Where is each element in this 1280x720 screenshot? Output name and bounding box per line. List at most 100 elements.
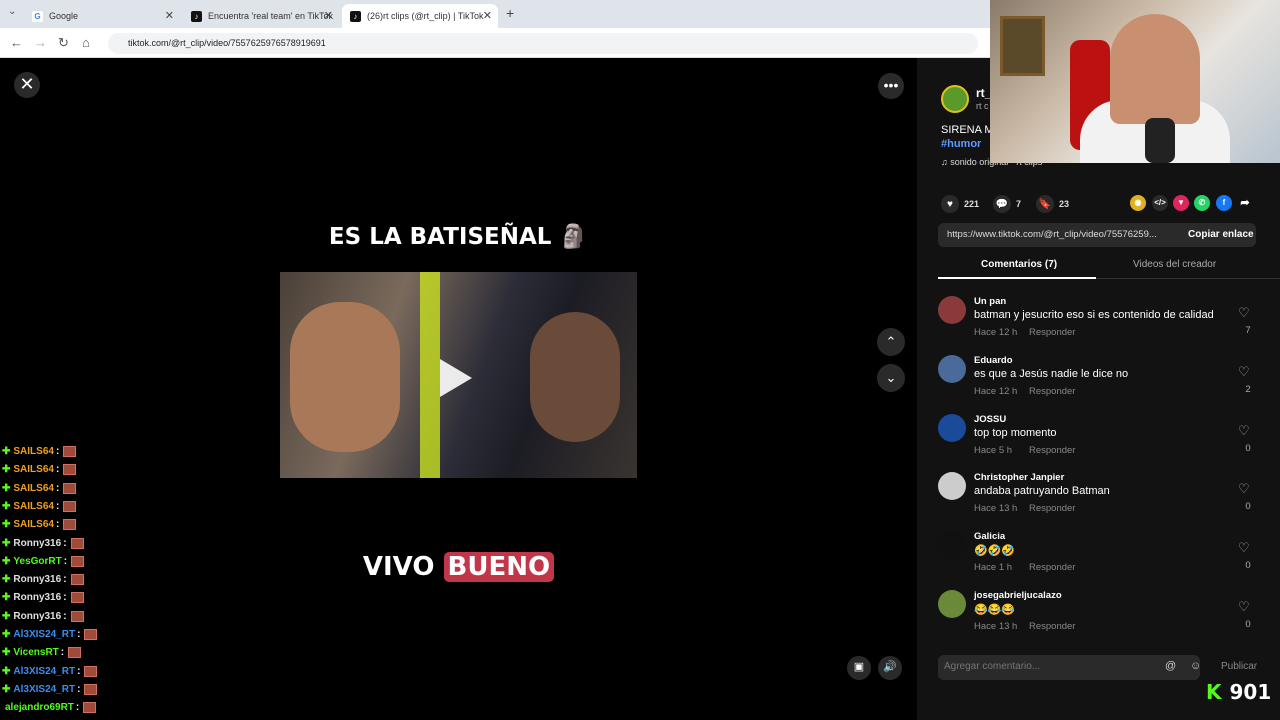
chat-badge-icon: ✚ — [2, 537, 11, 549]
next-video-button[interactable]: ⌄ — [877, 364, 905, 392]
new-tab-button[interactable]: + — [506, 5, 514, 21]
reply-button[interactable]: Responder — [1029, 621, 1075, 632]
comment-like-icon[interactable]: ♡ — [1238, 305, 1250, 321]
music-note-icon: ♫ — [941, 157, 951, 167]
comment-like-icon[interactable]: ♡ — [1238, 481, 1250, 497]
volume-icon[interactable]: 🔊 — [878, 656, 902, 680]
browser-tab-google[interactable]: G Google ✕ — [24, 4, 180, 28]
mention-icon[interactable]: @ — [1165, 660, 1176, 672]
close-tab-icon[interactable]: ✕ — [324, 9, 333, 22]
chat-emote-icon — [63, 482, 77, 494]
chat-username[interactable]: VicensRT — [13, 647, 58, 658]
tab-search-icon[interactable]: ⌄ — [8, 6, 16, 17]
video-light-pole — [420, 272, 440, 478]
chat-username[interactable]: Ronny316 — [13, 574, 61, 585]
reply-button[interactable]: Responder — [1029, 327, 1075, 338]
reply-button[interactable]: Responder — [1029, 386, 1075, 397]
chat-username[interactable]: Al3XIS24_RT — [13, 629, 75, 640]
emoji-icon[interactable]: ☺ — [1190, 660, 1201, 672]
picture-in-picture-icon[interactable]: ▣ — [847, 656, 871, 680]
commenter-avatar[interactable] — [938, 531, 966, 560]
commenter-name[interactable]: JOSSU — [974, 414, 1006, 425]
chat-username[interactable]: Ronny316 — [13, 592, 61, 603]
back-icon[interactable]: ← — [10, 35, 23, 50]
commenter-avatar[interactable] — [938, 354, 966, 383]
comment-stat[interactable]: 💬 7 — [993, 195, 1021, 213]
chat-line: ✚ Ronny316: — [2, 610, 84, 622]
chat-separator: : — [63, 537, 67, 549]
reply-button[interactable]: Responder — [1029, 562, 1075, 573]
tab-creator-videos[interactable]: Videos del creador — [1133, 259, 1216, 270]
save-stat[interactable]: 🔖 23 — [1036, 195, 1069, 213]
publish-button[interactable]: Publicar — [1221, 661, 1257, 672]
commenter-avatar[interactable] — [938, 472, 966, 501]
send-icon[interactable]: ▼ — [1173, 195, 1189, 211]
chat-username[interactable]: SAILS64 — [13, 501, 54, 512]
chat-emote-icon — [84, 683, 98, 695]
chat-username[interactable]: Ronny316 — [13, 611, 61, 622]
whatsapp-icon[interactable]: ✆ — [1194, 195, 1210, 211]
browser-tab-tiktok-active[interactable]: ♪ (26)rt clips (@rt_clip) | TikTok ✕ — [342, 4, 498, 28]
heart-icon[interactable]: ♥ — [941, 195, 959, 213]
facebook-icon[interactable]: f — [1216, 195, 1232, 211]
tab-comments[interactable]: Comentarios (7) — [981, 259, 1057, 270]
browser-tab-tiktok-search[interactable]: ♪ Encuentra 'real team' en TikTok ✕ — [183, 4, 339, 28]
chat-username[interactable]: Ronny316 — [13, 538, 61, 549]
comment-like-icon[interactable]: ♡ — [1238, 423, 1250, 439]
chat-username[interactable]: SAILS64 — [13, 446, 54, 457]
commenter-name[interactable]: Un pan — [974, 296, 1006, 307]
commenter-avatar[interactable] — [938, 296, 966, 324]
url-field[interactable]: tiktok.com/@rt_clip/video/75576259765789… — [108, 33, 978, 54]
close-video-button[interactable]: ✕ — [14, 72, 40, 98]
chat-line: ✚ Al3XIS24_RT: — [2, 665, 98, 677]
comment-like-icon[interactable]: ♡ — [1238, 599, 1250, 615]
video-description: SIRENA M — [941, 124, 994, 136]
share-link-text[interactable]: https://www.tiktok.com/@rt_clip/video/75… — [947, 229, 1167, 240]
forward-icon[interactable]: → — [34, 35, 47, 50]
commenter-avatar[interactable] — [938, 413, 966, 442]
hashtag-link[interactable]: #humor — [941, 138, 981, 150]
reload-icon[interactable]: ↻ — [58, 35, 69, 51]
embed-icon[interactable]: </> — [1152, 195, 1168, 211]
previous-video-button[interactable]: ⌃ — [877, 328, 905, 356]
chat-username[interactable]: alejandro69RT — [5, 702, 74, 713]
chat-username[interactable]: YesGorRT — [13, 556, 61, 567]
chat-username[interactable]: SAILS64 — [13, 483, 54, 494]
comment-input[interactable] — [944, 661, 1154, 672]
more-options-button[interactable]: ••• — [878, 73, 904, 99]
play-icon[interactable] — [440, 359, 472, 397]
home-icon[interactable]: ⌂ — [82, 35, 90, 50]
chat-line: ✚ SAILS64: — [2, 446, 77, 457]
comment-like-icon[interactable]: ♡ — [1238, 540, 1250, 556]
video-frame[interactable] — [280, 272, 637, 478]
chat-emote-icon — [70, 537, 84, 549]
chat-badge-icon: ✚ — [2, 446, 11, 457]
chat-line: alejandro69RT: — [2, 702, 97, 714]
coin-icon[interactable]: ◉ — [1130, 195, 1146, 211]
chat-username[interactable]: Al3XIS24_RT — [13, 684, 75, 695]
chat-username[interactable]: SAILS64 — [13, 519, 54, 530]
commenter-name[interactable]: josegabrieljucalazo — [974, 590, 1062, 601]
author-avatar[interactable] — [941, 85, 969, 113]
reply-button[interactable]: Responder — [1029, 503, 1075, 514]
like-stat[interactable]: ♥ 221 — [941, 195, 979, 213]
comment-count: 7 — [1016, 199, 1022, 209]
chat-username[interactable]: Al3XIS24_RT — [13, 666, 75, 677]
chat-username[interactable]: SAILS64 — [13, 464, 54, 475]
bookmark-icon[interactable]: 🔖 — [1036, 195, 1054, 213]
close-tab-icon[interactable]: ✕ — [483, 9, 492, 22]
commenter-name[interactable]: Galicia — [974, 531, 1005, 542]
copy-link-button[interactable]: Copiar enlace — [1188, 229, 1254, 240]
commenter-name[interactable]: Eduardo — [974, 355, 1013, 366]
commenter-avatar[interactable] — [938, 590, 966, 618]
commenter-name[interactable]: Christopher Janpier — [974, 472, 1064, 483]
comment-like-icon[interactable]: ♡ — [1238, 364, 1250, 380]
video-player[interactable]: ES LA BATISEÑAL 🗿 VIVO BUENO — [280, 58, 637, 692]
chat-emote-icon — [63, 500, 77, 512]
share-arrow-icon[interactable]: ➦ — [1237, 195, 1253, 211]
comment-time: Hace 13 h — [974, 621, 1018, 632]
comment-icon[interactable]: 💬 — [993, 195, 1011, 213]
browser-address-bar: ← → ↻ ⌂ tiktok.com/@rt_clip/video/755762… — [0, 28, 990, 58]
close-tab-icon[interactable]: ✕ — [165, 9, 174, 22]
reply-button[interactable]: Responder — [1029, 445, 1075, 456]
